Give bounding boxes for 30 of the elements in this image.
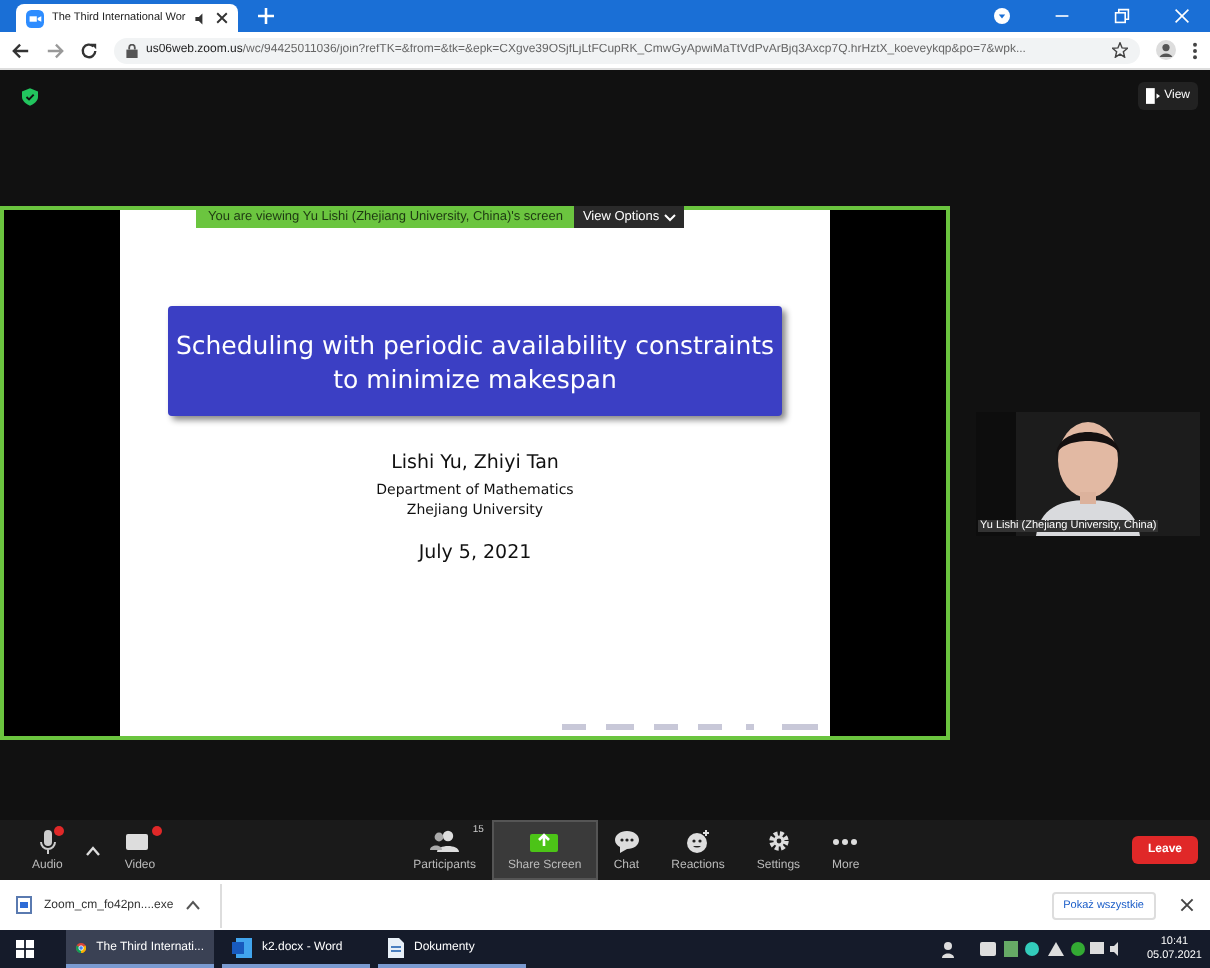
close-icon[interactable] [215, 12, 228, 24]
speaker-icon [193, 11, 208, 25]
new-tab-icon[interactable] [257, 8, 274, 24]
share-screen-icon [530, 829, 559, 853]
shield-icon[interactable] [22, 87, 38, 105]
people-icon [429, 829, 460, 853]
camera-icon [26, 9, 44, 27]
browser-icon [76, 937, 87, 957]
account-icon[interactable] [1156, 40, 1176, 60]
chat-icon [613, 829, 640, 853]
slide-authors: Lishi Yu, Zhiyi Tan [391, 452, 559, 474]
forward-icon[interactable] [46, 41, 64, 59]
smiley-icon [686, 829, 711, 853]
menu-icon[interactable] [1192, 41, 1198, 59]
document-icon [388, 937, 404, 957]
document-app-icon [232, 937, 252, 957]
windows-icon[interactable] [16, 940, 34, 958]
reload-icon[interactable] [80, 41, 98, 59]
star-icon[interactable] [1112, 42, 1128, 58]
lock-icon [126, 43, 138, 57]
caret-icon[interactable] [185, 900, 200, 910]
slide-date: July 5, 2021 [418, 542, 532, 564]
settings-icon [767, 829, 790, 853]
layout-icon [1146, 88, 1161, 104]
restore-icon[interactable] [1114, 8, 1130, 24]
chevron-down-icon [663, 213, 676, 221]
installer-icon [16, 896, 32, 914]
slide-title: Scheduling with periodic availability constraints to minimize makespan [168, 306, 782, 416]
back-icon[interactable] [12, 41, 30, 59]
close-icon[interactable] [1180, 898, 1194, 912]
